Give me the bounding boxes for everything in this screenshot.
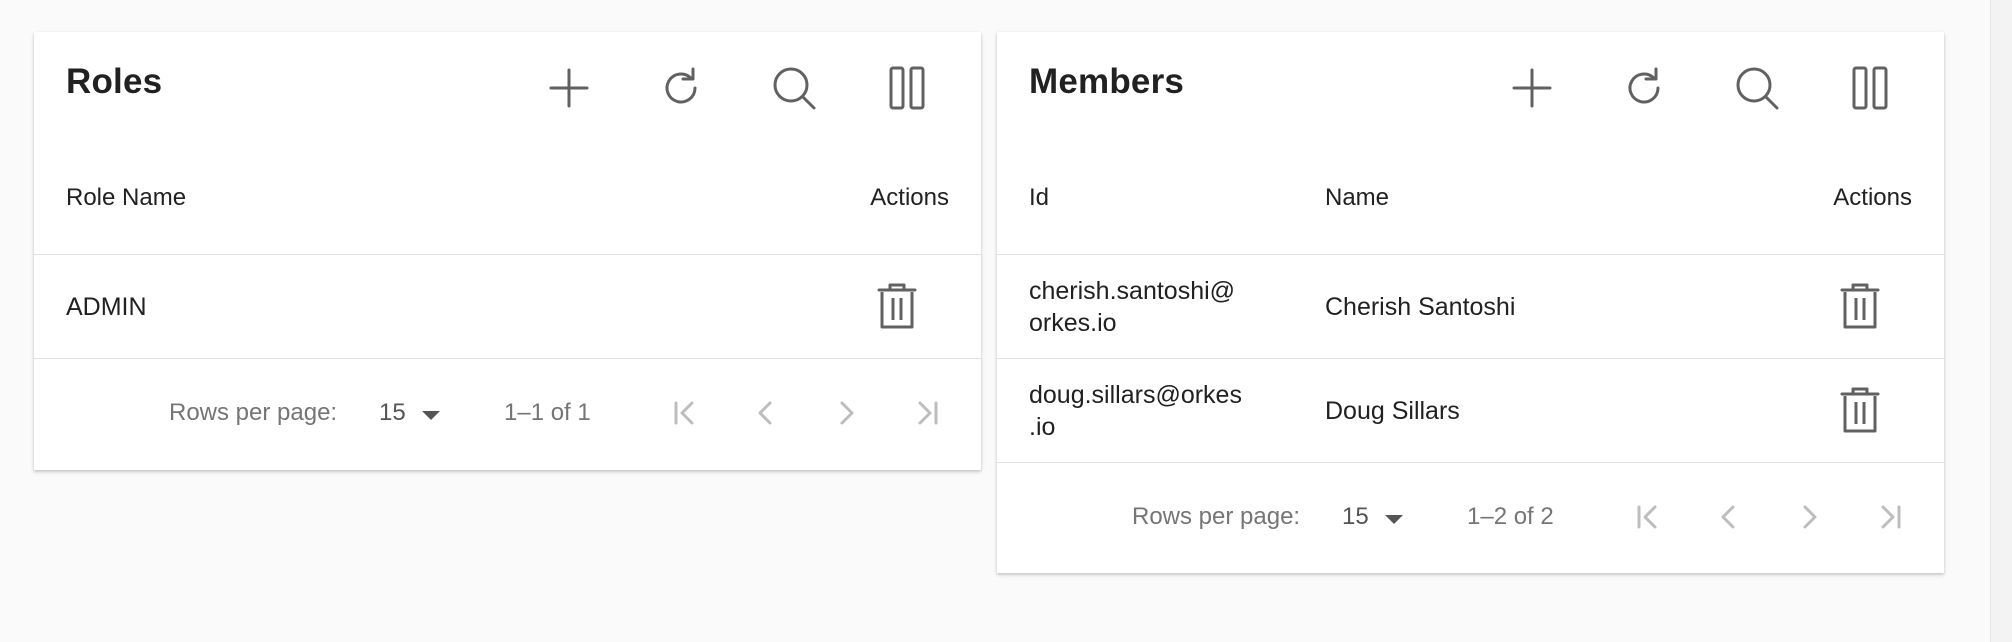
members-pagination: Rows per page: 15 1–2 of 2 bbox=[997, 463, 1944, 573]
delete-member-button[interactable] bbox=[1835, 279, 1885, 335]
last-page-icon bbox=[918, 401, 938, 425]
member-id-cell: doug.sillars@orkes .io bbox=[1029, 379, 1242, 443]
column-header-name[interactable]: Name bbox=[1325, 184, 1389, 212]
members-toolbar: Members bbox=[997, 32, 1944, 140]
refresh-icon bbox=[665, 67, 697, 104]
column-header-actions: Actions bbox=[1833, 184, 1912, 211]
refresh-icon bbox=[1628, 67, 1660, 104]
first-page-button[interactable] bbox=[1629, 495, 1669, 539]
next-page-icon bbox=[840, 401, 854, 425]
roles-table-header: Role Name Actions bbox=[34, 140, 981, 255]
table-row[interactable]: doug.sillars@orkes .io Doug Sillars bbox=[997, 359, 1944, 463]
trash-icon bbox=[877, 283, 917, 328]
caret-down-icon bbox=[421, 410, 440, 420]
search-members-button[interactable] bbox=[1727, 58, 1787, 118]
column-header-actions: Actions bbox=[870, 184, 949, 211]
next-page-button[interactable] bbox=[1789, 495, 1829, 539]
add-role-button[interactable] bbox=[539, 58, 599, 118]
rows-per-page-label: Rows per page: bbox=[169, 399, 338, 426]
rows-per-page-value: 15 bbox=[379, 399, 406, 426]
trash-icon bbox=[1840, 283, 1880, 328]
pagination-range: 1–1 of 1 bbox=[504, 399, 591, 426]
rows-per-page-select[interactable]: 15 bbox=[379, 399, 440, 427]
members-title: Members bbox=[1029, 62, 1185, 101]
member-id-line: .io bbox=[1029, 412, 1056, 441]
delete-member-button[interactable] bbox=[1835, 383, 1885, 439]
rows-per-page-label: Rows per page: bbox=[1132, 503, 1301, 530]
members-table-header: Id Name Actions bbox=[997, 140, 1944, 255]
trash-icon bbox=[1840, 387, 1880, 432]
roles-panel: Roles Role Name Actions ADMIN Rows per p… bbox=[34, 32, 981, 470]
first-page-icon bbox=[1637, 505, 1657, 529]
rows-per-page-select[interactable]: 15 bbox=[1342, 503, 1403, 531]
role-name-cell: ADMIN bbox=[66, 292, 147, 321]
roles-pagination: Rows per page: 15 1–1 of 1 bbox=[34, 359, 981, 469]
member-name-cell: Doug Sillars bbox=[1325, 396, 1460, 425]
roles-title: Roles bbox=[66, 62, 163, 101]
refresh-roles-button[interactable] bbox=[651, 58, 711, 118]
table-row[interactable]: ADMIN bbox=[34, 255, 981, 359]
table-row[interactable]: cherish.santoshi@ orkes.io Cherish Santo… bbox=[997, 255, 1944, 359]
columns-members-button[interactable] bbox=[1840, 58, 1900, 118]
previous-page-icon bbox=[758, 401, 772, 425]
next-page-button[interactable] bbox=[826, 391, 866, 435]
columns-roles-button[interactable] bbox=[877, 58, 937, 118]
column-header-role-name[interactable]: Role Name bbox=[66, 184, 186, 212]
member-id-line: cherish.santoshi@ bbox=[1029, 276, 1236, 305]
member-id-line: doug.sillars@orkes bbox=[1029, 380, 1242, 409]
columns-icon bbox=[889, 66, 925, 110]
plus-icon bbox=[549, 68, 589, 108]
next-page-icon bbox=[1803, 505, 1817, 529]
scrollbar-track[interactable] bbox=[1990, 0, 2012, 642]
caret-down-icon bbox=[1384, 514, 1403, 524]
delete-role-button[interactable] bbox=[872, 279, 922, 335]
rows-per-page-value: 15 bbox=[1342, 503, 1369, 530]
first-page-icon bbox=[674, 401, 694, 425]
roles-toolbar: Roles bbox=[34, 32, 981, 140]
page: Roles Role Name Actions ADMIN Rows per p… bbox=[0, 0, 2012, 642]
search-roles-button[interactable] bbox=[764, 58, 824, 118]
search-icon bbox=[773, 67, 816, 110]
add-member-button[interactable] bbox=[1502, 58, 1562, 118]
column-header-id[interactable]: Id bbox=[1029, 184, 1049, 212]
member-name-cell: Cherish Santoshi bbox=[1325, 292, 1516, 321]
previous-page-button[interactable] bbox=[746, 391, 786, 435]
columns-icon bbox=[1852, 66, 1888, 110]
member-id-cell: cherish.santoshi@ orkes.io bbox=[1029, 275, 1235, 339]
pagination-range: 1–2 of 2 bbox=[1467, 503, 1554, 530]
last-page-icon bbox=[1881, 505, 1901, 529]
first-page-button[interactable] bbox=[666, 391, 706, 435]
last-page-button[interactable] bbox=[1869, 495, 1909, 539]
plus-icon bbox=[1512, 68, 1552, 108]
previous-page-button[interactable] bbox=[1709, 495, 1749, 539]
search-icon bbox=[1736, 67, 1779, 110]
refresh-members-button[interactable] bbox=[1614, 58, 1674, 118]
members-panel: Members Id Name Actions cherish.santoshi… bbox=[997, 32, 1944, 573]
member-id-line: orkes.io bbox=[1029, 308, 1117, 337]
last-page-button[interactable] bbox=[906, 391, 946, 435]
previous-page-icon bbox=[1721, 505, 1735, 529]
